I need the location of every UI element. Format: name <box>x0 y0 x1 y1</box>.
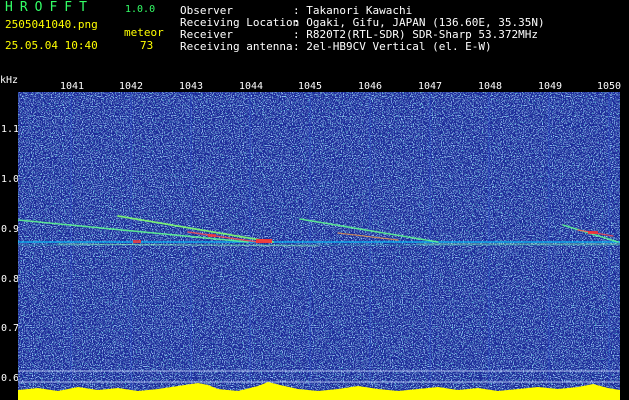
freq-tick: 1.1 <box>1 124 20 135</box>
freq-tick: 0.8 <box>1 274 20 285</box>
info-label: Receiving antenna <box>180 40 293 53</box>
app-title: HROFFT <box>5 0 94 15</box>
capture-datetime: 25.05.04 10:40 <box>5 39 98 52</box>
left-axis-frame <box>0 92 18 400</box>
freq-tick: 0.7 <box>1 323 20 334</box>
header-panel: HROFFT 1.0.0 2505041040.png 25.05.04 10:… <box>0 0 629 75</box>
app-version: 1.0.0 <box>125 4 156 15</box>
time-tick: 1042 <box>119 81 144 92</box>
freq-tick: 0.6 <box>1 373 20 384</box>
time-tick: 1045 <box>298 81 323 92</box>
spectrogram <box>18 92 620 400</box>
time-tick: 1049 <box>538 81 563 92</box>
time-tick: 1047 <box>418 81 443 92</box>
time-tick: 1046 <box>358 81 383 92</box>
spectrum-background <box>18 92 620 400</box>
time-tick: 1043 <box>179 81 204 92</box>
meteor-label: meteor <box>124 26 164 39</box>
frequency-unit-label: kHz <box>0 75 19 86</box>
time-tick: 1044 <box>239 81 264 92</box>
info-value: : 2el-HB9CV Vertical (el. E-W) <box>293 40 492 53</box>
freq-tick: 1.0 <box>1 174 20 185</box>
freq-tick: 0.9 <box>1 224 20 235</box>
file-name: 2505041040.png <box>5 18 98 31</box>
meteor-count: 73 <box>140 39 154 52</box>
time-tick: 1048 <box>478 81 503 92</box>
time-tick: 1050 <box>597 81 622 92</box>
time-tick: 1041 <box>60 81 85 92</box>
right-axis-frame <box>620 92 629 400</box>
